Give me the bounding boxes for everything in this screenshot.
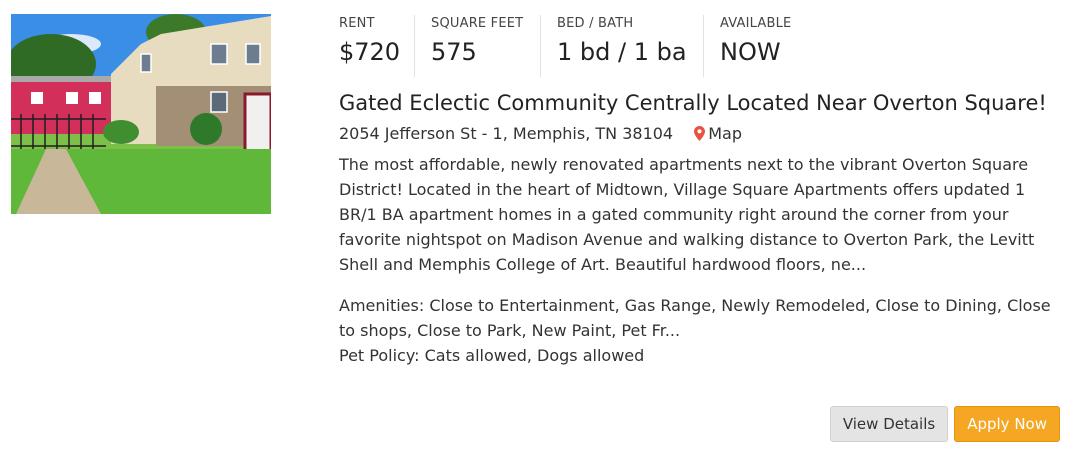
stat-value: NOW bbox=[720, 38, 781, 66]
stat-value: $720 bbox=[339, 38, 401, 66]
view-details-button[interactable]: View Details bbox=[829, 406, 949, 442]
stat-label: SQUARE FEET bbox=[431, 16, 524, 31]
stat-value: 575 bbox=[431, 38, 477, 66]
listing-stats: RENT $720 SQUARE FEET 575 BED / BATH 1 b… bbox=[339, 15, 1059, 77]
stat-label: BED / BATH bbox=[557, 16, 634, 31]
listing-title[interactable]: Gated Eclectic Community Centrally Locat… bbox=[339, 88, 1059, 118]
listing-address: 2054 Jefferson St - 1, Memphis, TN 38104 bbox=[339, 124, 674, 143]
listing-info: RENT $720 SQUARE FEET 575 BED / BATH 1 b… bbox=[339, 0, 1059, 368]
listing-actions: View Details Apply Now bbox=[829, 406, 1060, 442]
map-label: Map bbox=[708, 124, 742, 143]
listing-description: The most affordable, newly renovated apa… bbox=[339, 155, 1035, 274]
stat-label: AVAILABLE bbox=[720, 16, 792, 31]
pet-policy-text: Pet Policy: Cats allowed, Dogs allowed bbox=[339, 346, 645, 365]
stat-label: RENT bbox=[339, 16, 375, 31]
apply-now-button[interactable]: Apply Now bbox=[954, 406, 1060, 442]
map-link[interactable]: Map bbox=[694, 124, 742, 143]
stat-rent: RENT $720 bbox=[339, 15, 415, 77]
stat-square-feet: SQUARE FEET 575 bbox=[431, 15, 541, 77]
stat-value: 1 bd / 1 ba bbox=[557, 38, 687, 66]
stat-available: AVAILABLE NOW bbox=[720, 15, 807, 77]
amenities-block: Amenities: Close to Entertainment, Gas R… bbox=[339, 293, 1057, 368]
listing-photo[interactable] bbox=[11, 14, 271, 214]
amenities-text: Amenities: Close to Entertainment, Gas R… bbox=[339, 296, 1051, 340]
address-row: 2054 Jefferson St - 1, Memphis, TN 38104… bbox=[339, 122, 1059, 148]
map-pin-icon bbox=[694, 124, 706, 148]
stat-bed-bath: BED / BATH 1 bd / 1 ba bbox=[557, 15, 704, 77]
